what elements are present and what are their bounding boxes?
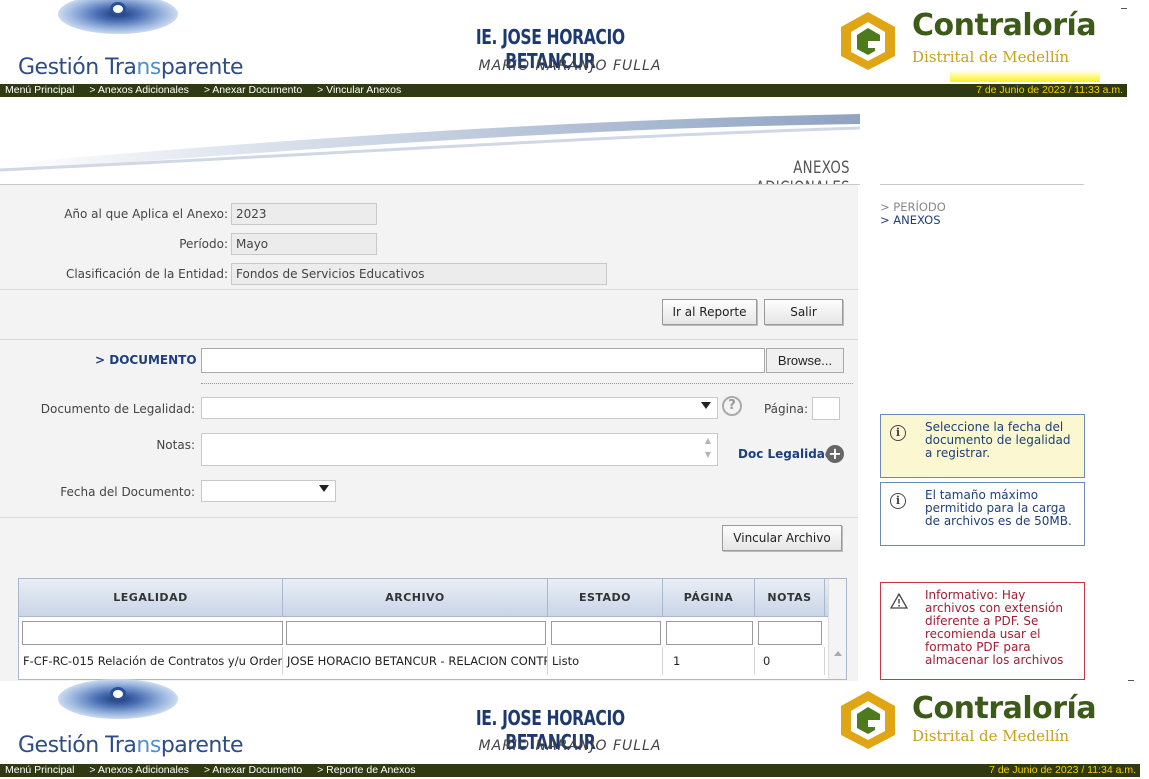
info-icon: i: [890, 425, 906, 441]
gestion-transparente-logo: Gestión Transparente: [18, 55, 243, 80]
cell-archivo[interactable]: JOSE HORACIO BETANCUR - RELACION CONTRAT…: [283, 647, 548, 675]
legalidad-label: Documento de Legalidad:: [40, 402, 195, 416]
breadcrumb-menu-principal[interactable]: Menú Principal: [5, 84, 74, 96]
cell-notas[interactable]: 0: [755, 647, 825, 675]
fecha-select[interactable]: [201, 480, 336, 502]
help-icon[interactable]: ?: [722, 396, 742, 416]
column-header-archivo[interactable]: ARCHIVO: [283, 579, 548, 617]
water-drop-logo-icon: [58, 0, 178, 34]
table-scrollbar[interactable]: [828, 579, 846, 679]
breadcrumb-anexar-documento[interactable]: > Anexar Documento: [204, 84, 302, 96]
add-circle-icon[interactable]: +: [826, 445, 844, 463]
header-datetime: 7 de Junio de 2023 / 11:34 a.m.: [989, 764, 1136, 776]
column-header-notas[interactable]: NOTAS: [755, 579, 825, 617]
anio-label: Año al que Aplica el Anexo:: [64, 207, 228, 221]
fecha-label: Fecha del Documento:: [60, 485, 195, 499]
periodo-field: Mayo: [231, 233, 377, 255]
tip-fecha-text: Seleccione la fecha del documento de leg…: [925, 420, 1071, 460]
clasificacion-label: Clasificación de la Entidad:: [65, 267, 228, 281]
contraloria-brand-title: Contraloría: [912, 691, 1097, 726]
column-header-estado[interactable]: ESTADO: [548, 579, 663, 617]
pagina-label: Página:: [763, 402, 808, 416]
warning-triangle-icon: [890, 593, 908, 609]
cell-estado[interactable]: Listo: [548, 647, 663, 675]
breadcrumb-anexar-documento[interactable]: > Anexar Documento: [204, 764, 302, 776]
header-datetime: 7 de Junio de 2023 / 11:33 a.m.: [976, 84, 1123, 96]
textarea-scroll-arrows[interactable]: ▲ ▼: [699, 434, 717, 465]
filter-pagina-input[interactable]: [666, 621, 753, 645]
anio-field: 2023: [231, 203, 377, 225]
cell-pagina[interactable]: 1: [663, 647, 755, 675]
documento-label: > DOCUMENTO: [95, 353, 197, 367]
scroll-up-icon[interactable]: [834, 651, 842, 656]
sidebar-link-anexos[interactable]: > ANEXOS: [880, 213, 941, 227]
breadcrumb-menu-principal[interactable]: Menú Principal: [5, 764, 74, 776]
file-path-input[interactable]: [201, 348, 765, 373]
contraloria-logo-icon: [841, 12, 895, 70]
sidebar-divider: [880, 184, 1084, 185]
edge-mark: [1128, 680, 1134, 681]
periodo-label: Período:: [179, 237, 228, 251]
period-info-panel: Año al que Aplica el Anexo: 2023 Período…: [0, 185, 858, 290]
breadcrumb-vincular-anexos[interactable]: > Vincular Anexos: [317, 84, 401, 96]
breadcrumb-bar: Menú Principal > Anexos Adicionales > An…: [0, 84, 1127, 97]
contraloria-brand-subtitle: Distrital de Medellín: [912, 48, 1070, 66]
cell-legalidad[interactable]: F-CF-RC-015 Relación de Contratos y/u Or…: [19, 647, 283, 675]
notas-label: Notas:: [156, 438, 195, 452]
table-header: LEGALIDAD ARCHIVO ESTADO PÁGINA NOTAS: [19, 579, 829, 617]
column-header-pagina[interactable]: PÁGINA: [663, 579, 755, 617]
gestion-transparente-logo: Gestión Transparente: [18, 733, 243, 758]
actions-panel: Ir al Reporte Salir: [0, 290, 858, 340]
vincular-panel: Vincular Archivo: [0, 518, 858, 561]
legalidad-select[interactable]: [201, 397, 718, 419]
chevron-down-icon: [319, 485, 329, 492]
sidebar-link-periodo[interactable]: > PERÍODO: [880, 200, 946, 214]
contraloria-brand-title: Contraloría: [912, 8, 1097, 43]
top-header: Gestión Transparente IE. JOSE HORACIO BE…: [0, 0, 1149, 97]
tip-fecha-box: i Seleccione la fecha del documento de l…: [880, 414, 1085, 478]
contraloria-logo-icon: [841, 691, 895, 749]
edge-mark: [1121, 8, 1127, 9]
chevron-down-icon: [701, 402, 711, 409]
water-drop-logo-icon: [58, 679, 178, 719]
warning-box: Informativo: Hay archivos con extensión …: [880, 582, 1085, 680]
go-to-report-button[interactable]: Ir al Reporte: [662, 299, 757, 325]
filter-archivo-input[interactable]: [286, 621, 546, 645]
pagina-input[interactable]: [812, 397, 840, 420]
clasificacion-field: Fondos de Servicios Educativos: [231, 263, 607, 285]
user-name: MARIO NARANJO FULLA: [478, 58, 662, 74]
breadcrumb-anexos-adicionales[interactable]: > Anexos Adicionales: [89, 764, 189, 776]
browse-button[interactable]: Browse...: [766, 348, 844, 373]
doc-legalidad-link[interactable]: Doc Legalidad: [738, 447, 833, 461]
contraloria-brand-subtitle: Distrital de Medellín: [912, 727, 1070, 745]
vincular-archivo-button[interactable]: Vincular Archivo: [722, 525, 842, 551]
exit-button[interactable]: Salir: [764, 299, 843, 325]
notas-textarea[interactable]: ▲ ▼: [201, 433, 718, 466]
breadcrumb-reporte-de-anexos[interactable]: > Reporte de Anexos: [317, 764, 415, 776]
filter-estado-input[interactable]: [551, 621, 661, 645]
dotted-divider: [201, 383, 853, 384]
filter-legalidad-input[interactable]: [22, 621, 283, 645]
tip-tamano-text: El tamaño máximo permitido para la carga…: [925, 488, 1072, 528]
warning-text: Informativo: Hay archivos con extensión …: [925, 588, 1064, 667]
tip-tamano-box: i El tamaño máximo permitido para la car…: [880, 482, 1085, 546]
filter-notas-input[interactable]: [758, 621, 822, 645]
highlight-glow: [950, 70, 1100, 82]
breadcrumb-bar: Menú Principal > Anexos Adicionales > An…: [0, 764, 1140, 777]
breadcrumb-anexos-adicionales[interactable]: > Anexos Adicionales: [89, 84, 189, 96]
column-header-legalidad[interactable]: LEGALIDAD: [19, 579, 283, 617]
anexos-table: LEGALIDAD ARCHIVO ESTADO PÁGINA NOTAS F-…: [18, 578, 847, 680]
user-name: MARIO NARANJO FULLA: [478, 738, 662, 754]
bottom-header: Gestión Transparente IE. JOSE HORACIO BE…: [0, 679, 1149, 779]
info-icon: i: [890, 493, 906, 509]
